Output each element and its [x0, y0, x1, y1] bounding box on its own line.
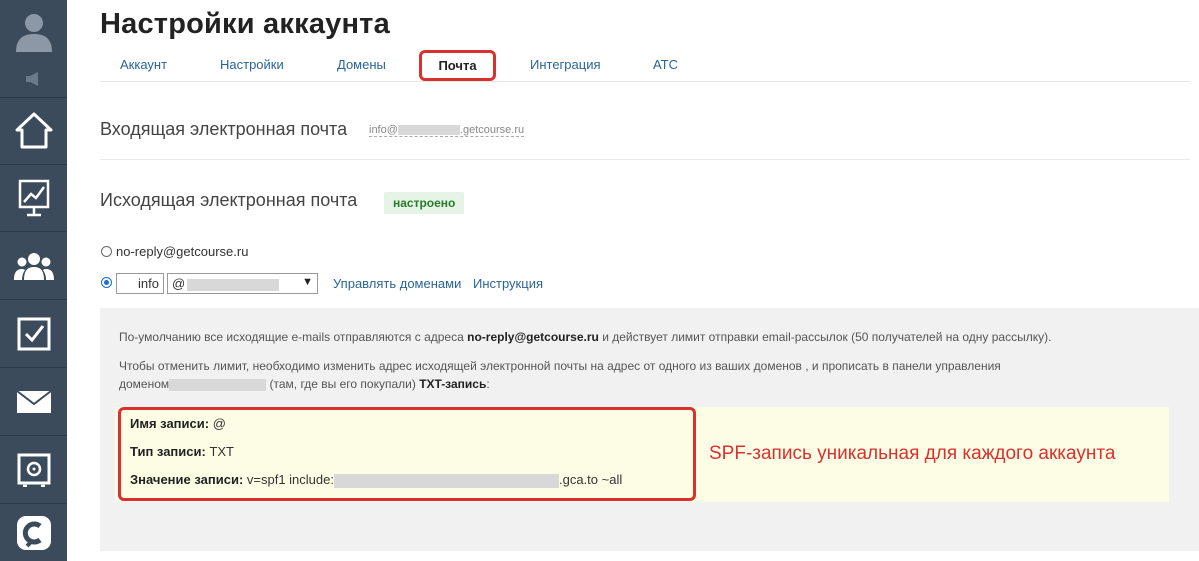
incoming-email-heading: Входящая электронная почта: [100, 119, 348, 139]
users-icon[interactable]: [0, 232, 67, 300]
info-text-part: (там, где вы его покупали): [266, 377, 420, 391]
info-paragraph-instructions: Чтобы отменить лимит, необходимо изменит…: [119, 357, 1189, 393]
default-sender-label: no-reply@getcourse.ru: [116, 244, 249, 259]
info-text-part: и действует лимит отправки email-рассыло…: [598, 330, 1052, 344]
record-type-value: TXT: [205, 444, 234, 459]
sender-domain-select[interactable]: @ ▼: [167, 273, 318, 294]
txt-record-box: Имя записи: @ Тип записи: TXT Значение з…: [118, 407, 696, 501]
redacted-text: [333, 473, 559, 488]
tab-domains[interactable]: Домены: [337, 57, 386, 72]
sender-local-part-input[interactable]: info: [116, 273, 164, 294]
main-content: Настройки аккаунта Аккаунт Настройки Дом…: [67, 0, 1199, 561]
incoming-email-address[interactable]: info@ .getcourse.ru: [369, 124, 525, 137]
info-default-address: no-reply@getcourse.ru: [467, 330, 599, 344]
tab-mail[interactable]: Почта: [419, 50, 496, 81]
megaphone-icon[interactable]: [0, 60, 67, 98]
redacted-text: [169, 378, 267, 391]
info-text-part: По-умолчанию все исходящие e-mails отпра…: [119, 330, 468, 344]
incoming-email-suffix: .getcourse.ru: [459, 124, 525, 136]
checkbox-icon[interactable]: [0, 300, 67, 368]
record-name-line: Имя записи: @: [130, 416, 226, 431]
tab-integration[interactable]: Интеграция: [530, 57, 601, 72]
incoming-email-prefix: info@: [369, 124, 398, 136]
getcourse-logo-icon[interactable]: [0, 504, 67, 561]
spf-annotation: SPF-запись уникальная для каждого аккаун…: [709, 443, 1116, 464]
user-avatar-icon[interactable]: [0, 0, 67, 60]
mail-icon[interactable]: [0, 368, 67, 436]
page-title: Настройки аккаунта: [100, 8, 390, 40]
info-text-part: доменом: [119, 377, 170, 391]
record-name-value: @: [209, 416, 226, 431]
record-type-label: Тип записи:: [130, 444, 206, 459]
redacted-text: [187, 278, 280, 291]
radio-custom-sender[interactable]: [101, 277, 112, 288]
record-value-line: Значение записи: v=spf1 include: .gca.to …: [130, 472, 622, 488]
instruction-link[interactable]: Инструкция: [473, 276, 543, 291]
info-text-part: :: [486, 377, 490, 391]
outgoing-email-heading: Исходящая электронная почта: [100, 190, 358, 210]
info-paragraph-limit: По-умолчанию все исходящие e-mails отпра…: [119, 328, 1189, 346]
chart-icon[interactable]: [0, 165, 67, 232]
record-value-end: .gca.to ~all: [558, 472, 623, 487]
record-value-label: Значение записи:: [130, 472, 244, 487]
tab-settings[interactable]: Настройки: [220, 57, 284, 72]
tab-account[interactable]: Аккаунт: [120, 57, 167, 72]
tab-ats[interactable]: АТС: [653, 57, 678, 72]
safe-icon[interactable]: [0, 436, 67, 504]
info-txt-record-label: TXT-запись: [419, 377, 487, 391]
status-badge: настроено: [384, 192, 465, 214]
tab-bar: Аккаунт Настройки Домены Почта Интеграци…: [100, 50, 1190, 82]
sidebar: [0, 0, 67, 561]
manage-domains-link[interactable]: Управлять доменами: [333, 276, 461, 291]
record-type-line: Тип записи: TXT: [130, 444, 234, 459]
chevron-down-icon: ▼: [302, 276, 313, 288]
record-value-start: v=spf1 include:: [243, 472, 334, 487]
record-name-label: Имя записи:: [130, 416, 210, 431]
redacted-text: [397, 125, 460, 136]
domain-select-prefix: @: [172, 276, 186, 291]
radio-default-sender[interactable]: [101, 246, 112, 257]
info-text-part: Чтобы отменить лимит, необходимо изменит…: [119, 359, 1001, 373]
section-divider: [100, 159, 1190, 160]
home-icon[interactable]: [0, 98, 67, 165]
info-panel: По-умолчанию все исходящие e-mails отпра…: [100, 308, 1199, 551]
